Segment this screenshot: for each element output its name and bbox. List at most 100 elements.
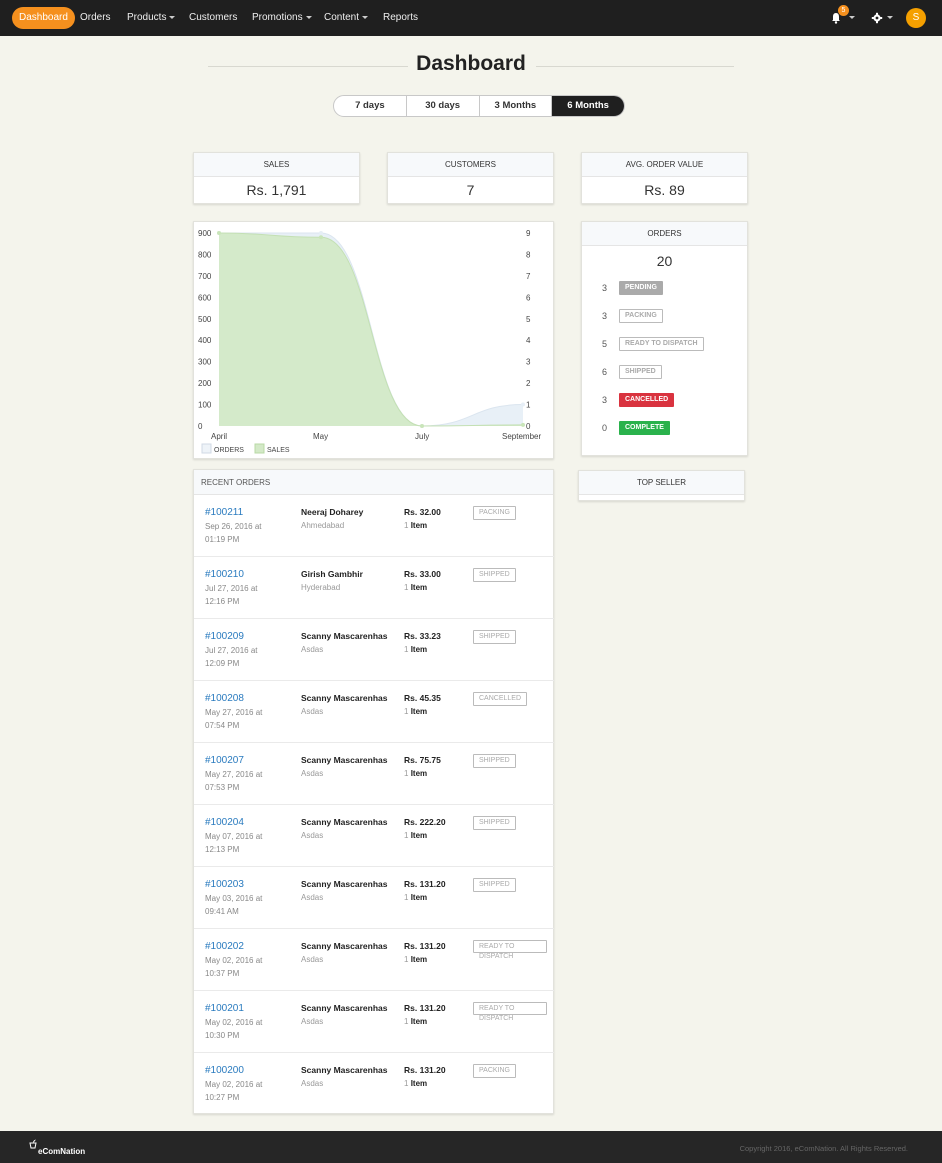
y-tick-left: 500 (198, 315, 212, 324)
x-tick-label: July (415, 432, 429, 441)
chevron-down-icon (849, 16, 855, 19)
order-item-unit: Item (410, 955, 428, 964)
order-status-count: 5 (602, 339, 608, 349)
table-row: #100207 May 27, 2016 at 07:53 PM Scanny Mas… (194, 743, 554, 805)
y-tick-left: 100 (198, 401, 212, 410)
order-id-link[interactable]: #100203 (205, 879, 244, 890)
order-id-link[interactable]: #100211 (205, 507, 243, 518)
y-tick-left: 400 (198, 336, 212, 345)
order-item-unit: Item (410, 831, 428, 840)
x-tick-label: May (313, 432, 328, 441)
order-date-time: 09:41 AM (205, 907, 239, 916)
data-point (217, 231, 221, 235)
order-price: Rs. 32.00 (404, 507, 441, 517)
status-badge: PACKING (473, 506, 516, 520)
y-tick-right: 2 (526, 379, 531, 388)
order-item-unit: Item (410, 1079, 428, 1088)
status-badge[interactable]: READY TO DISPATCH (619, 337, 704, 351)
order-price: Rs. 131.20 (404, 941, 446, 951)
order-item-qty: 1 (404, 955, 409, 964)
status-badge[interactable]: CANCELLED (619, 393, 675, 407)
order-price: Rs. 131.20 (404, 1003, 446, 1013)
order-price: Rs. 75.75 (404, 755, 441, 765)
customer-city: Asdas (301, 831, 324, 840)
order-id-link[interactable]: #100204 (205, 817, 244, 828)
status-badge: CANCELLED (473, 692, 528, 706)
avatar[interactable]: S (906, 8, 926, 28)
range-30-days[interactable]: 30 days (407, 96, 480, 116)
order-items: 1 Item (404, 583, 427, 592)
sales-value: Rs. 1,791 (246, 182, 307, 198)
gear-icon[interactable] (871, 12, 883, 24)
customer-name: Scanny Mascarenhas (301, 941, 388, 951)
footer-copyright: Copyright 2016, eComNation. All Rights R… (739, 1144, 908, 1153)
order-status-count: 3 (602, 395, 608, 405)
order-id-link[interactable]: #100200 (205, 1065, 244, 1076)
customer-city: Asdas (301, 645, 324, 654)
order-price: Rs. 131.20 (404, 1065, 446, 1075)
aov-label: AVG. ORDER VALUE (582, 153, 747, 177)
order-date: Sep 26, 2016 at 01:19 PM (205, 520, 275, 546)
range-3-months[interactable]: 3 Months (480, 96, 553, 116)
order-date: May 02, 2016 at 10:30 PM (205, 1016, 275, 1042)
legend-label-sales: SALES (267, 447, 290, 454)
status-badge[interactable]: SHIPPED (619, 365, 662, 379)
nav-orders[interactable]: Orders (80, 7, 111, 29)
order-date-time: 10:30 PM (205, 1031, 240, 1040)
table-row: #100210 Jul 27, 2016 at 12:16 PM Girish Gam… (194, 557, 554, 619)
nav-promotions[interactable]: Promotions (252, 7, 312, 29)
aov-value: Rs. 89 (644, 182, 685, 198)
order-item-unit: Item (410, 645, 428, 654)
order-item-qty: 1 (404, 1017, 409, 1026)
order-item-unit: Item (410, 893, 428, 902)
range-6-months[interactable]: 6 Months (552, 96, 624, 116)
status-badge: SHIPPED (473, 568, 516, 582)
order-id-link[interactable]: #100210 (205, 569, 244, 580)
order-date: May 27, 2016 at 07:54 PM (205, 706, 275, 732)
order-id-link[interactable]: #100207 (205, 755, 244, 766)
nav-content[interactable]: Content (324, 7, 369, 29)
order-items: 1 Item (404, 769, 427, 778)
data-point (521, 422, 525, 427)
range-7-days[interactable]: 7 days (334, 96, 407, 116)
customers-value: 7 (466, 182, 475, 198)
order-price: Rs. 131.20 (404, 879, 446, 889)
order-id-link[interactable]: #100201 (205, 1003, 244, 1014)
order-id-link[interactable]: #100208 (205, 693, 244, 704)
order-id-link[interactable]: #100202 (205, 941, 244, 952)
customers-card: CUSTOMERS 7 (387, 152, 554, 204)
status-badge: READY TO DISPATCH (473, 1002, 547, 1022)
orders-total: 20 (656, 253, 673, 269)
order-item-unit: Item (410, 769, 428, 778)
order-date-day: May 02, 2016 at (205, 1080, 263, 1089)
order-id-link[interactable]: #100209 (205, 631, 244, 642)
status-badge[interactable]: PACKING (619, 309, 663, 323)
status-badge: SHIPPED (473, 878, 516, 892)
nav-products[interactable]: Products (127, 7, 176, 29)
order-items: 1 Item (404, 645, 427, 654)
chevron-down-icon (169, 15, 176, 19)
order-date-day: May 03, 2016 at (205, 894, 263, 903)
table-row: #100201 May 02, 2016 at 10:30 PM Scanny Mas… (194, 991, 554, 1053)
order-item-qty: 1 (404, 583, 409, 592)
customer-name: Girish Gambhir (301, 569, 363, 579)
chart-canvas: 0 100 200 300 400 500 600 700 800 900 0 1 2 3 4 5 6 7 8 9 Ap… (198, 229, 541, 454)
y-tick-left: 700 (198, 272, 212, 281)
order-date-day: May 27, 2016 at (205, 708, 263, 717)
nav-customers[interactable]: Customers (189, 7, 237, 29)
legend-swatch-orders (201, 443, 212, 454)
order-date-time: 01:19 PM (205, 535, 240, 544)
order-item-unit: Item (410, 707, 428, 716)
nav-reports[interactable]: Reports (383, 7, 418, 29)
status-badge[interactable]: PENDING (619, 281, 663, 295)
nav-dashboard[interactable]: Dashboard (12, 7, 75, 29)
order-items: 1 Item (404, 1079, 427, 1088)
order-item-qty: 1 (404, 831, 409, 840)
y-tick-right: 5 (526, 315, 531, 324)
customer-name: Scanny Mascarenhas (301, 1003, 388, 1013)
order-date-time: 10:37 PM (205, 969, 240, 978)
order-status-count: 6 (602, 367, 608, 377)
status-badge[interactable]: COMPLETE (619, 421, 670, 435)
sales-label: SALES (194, 153, 359, 177)
order-date-day: Jul 27, 2016 at (205, 584, 258, 593)
